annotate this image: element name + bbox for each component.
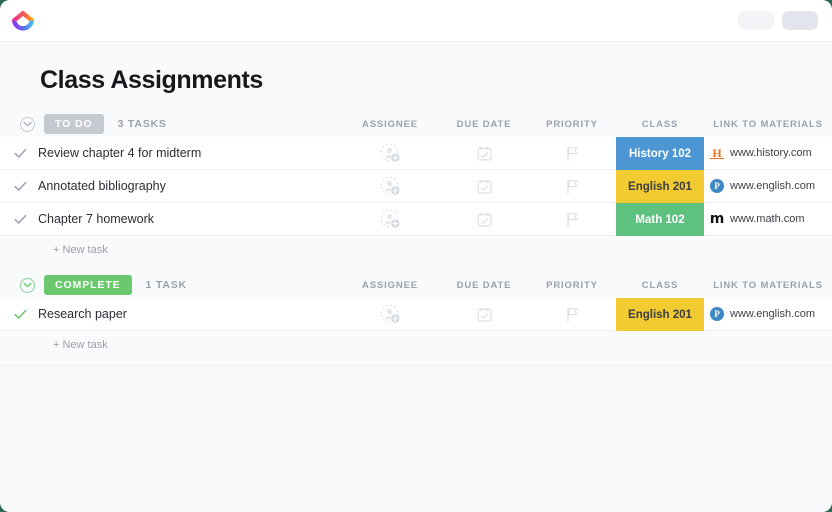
task-complete-check-icon[interactable] [14,213,27,226]
class-tag[interactable]: Math 102 [616,203,704,236]
flag-icon [566,179,579,194]
status-badge[interactable]: COMPLETE [44,275,132,295]
task-complete-check-icon[interactable] [14,308,27,321]
column-header-link: LINK TO MATERIALS [704,119,832,130]
section-divider [0,365,832,366]
task-name-cell[interactable]: Annotated bibliography [0,170,340,202]
top-bar [0,0,832,42]
english-favicon-icon: P [710,307,724,321]
task-group-todo: TO DO 3 TASKS ASSIGNEE DUE DATE PRIORITY… [0,111,832,264]
calendar-icon [477,146,492,161]
topbar-placeholder-2[interactable] [782,11,818,30]
add-assignee-icon [380,176,401,197]
flag-icon [566,307,579,322]
add-assignee-icon [380,143,401,164]
column-header-class: CLASS [616,280,704,291]
task-name: Chapter 7 homework [38,212,154,226]
table-row[interactable]: Chapter 7 homework [0,203,832,236]
column-header-due-date: DUE DATE [440,119,528,130]
link-cell[interactable]: m www.math.com [704,203,832,235]
flag-icon [566,212,579,227]
task-name-cell[interactable]: Review chapter 4 for midterm [0,137,340,169]
due-date-cell[interactable] [440,203,528,235]
task-name: Review chapter 4 for midterm [38,146,201,160]
history-favicon-icon: H [710,147,724,159]
task-complete-check-icon[interactable] [14,147,27,160]
table-row[interactable]: Review chapter 4 for midterm [0,137,832,170]
due-date-cell[interactable] [440,170,528,202]
clickup-logo-icon[interactable] [10,8,36,34]
page-body: Class Assignments TO DO 3 TASKS ASSIGNEE… [0,42,832,512]
priority-cell[interactable] [528,203,616,235]
due-date-cell[interactable] [440,137,528,169]
table-row[interactable]: Annotated bibliography [0,170,832,203]
table-row[interactable]: Research paper [0,298,832,331]
add-assignee-icon [380,209,401,230]
link-cell[interactable]: P www.english.com [704,298,832,330]
link-text[interactable]: www.history.com [730,147,812,159]
assignee-cell[interactable] [340,170,440,202]
column-header-priority: PRIORITY [528,119,616,130]
priority-cell[interactable] [528,170,616,202]
task-name-cell[interactable]: Research paper [0,298,340,330]
class-tag[interactable]: History 102 [616,137,704,170]
link-text[interactable]: www.english.com [730,308,815,320]
new-task-button[interactable]: + New task [0,331,832,359]
column-header-assignee: ASSIGNEE [340,119,440,130]
group-header: TO DO 3 TASKS ASSIGNEE DUE DATE PRIORITY… [0,111,832,137]
assignee-cell[interactable] [340,298,440,330]
app-window: Class Assignments TO DO 3 TASKS ASSIGNEE… [0,0,832,512]
task-count: 1 TASK [146,279,187,291]
english-favicon-icon: P [710,179,724,193]
add-assignee-icon [380,304,401,325]
link-text[interactable]: www.math.com [730,213,805,225]
task-rows: Research paper [0,298,832,331]
calendar-icon [477,179,492,194]
column-header-link: LINK TO MATERIALS [704,280,832,291]
collapse-chevron-icon[interactable] [20,117,35,132]
column-header-assignee: ASSIGNEE [340,280,440,291]
topbar-placeholder-1[interactable] [738,11,774,30]
task-name: Annotated bibliography [38,179,166,193]
flag-icon [566,146,579,161]
page-title: Class Assignments [0,42,832,111]
task-rows: Review chapter 4 for midterm [0,137,832,236]
class-tag[interactable]: English 201 [616,298,704,331]
group-header: COMPLETE 1 TASK ASSIGNEE DUE DATE PRIORI… [0,272,832,298]
task-complete-check-icon[interactable] [14,180,27,193]
task-count: 3 TASKS [118,118,167,130]
priority-cell[interactable] [528,137,616,169]
assignee-cell[interactable] [340,203,440,235]
task-name-cell[interactable]: Chapter 7 homework [0,203,340,235]
class-tag[interactable]: English 201 [616,170,704,203]
topbar-actions [738,11,818,30]
link-cell[interactable]: P www.english.com [704,170,832,202]
calendar-icon [477,307,492,322]
calendar-icon [477,212,492,227]
column-header-priority: PRIORITY [528,280,616,291]
assignee-cell[interactable] [340,137,440,169]
status-badge[interactable]: TO DO [44,114,104,134]
collapse-chevron-icon[interactable] [20,278,35,293]
new-task-button[interactable]: + New task [0,236,832,264]
link-cell[interactable]: H www.history.com [704,137,832,169]
priority-cell[interactable] [528,298,616,330]
column-header-class: CLASS [616,119,704,130]
task-group-complete: COMPLETE 1 TASK ASSIGNEE DUE DATE PRIORI… [0,272,832,366]
column-header-due-date: DUE DATE [440,280,528,291]
math-favicon-icon: m [710,212,724,226]
task-name: Research paper [38,307,127,321]
due-date-cell[interactable] [440,298,528,330]
link-text[interactable]: www.english.com [730,180,815,192]
